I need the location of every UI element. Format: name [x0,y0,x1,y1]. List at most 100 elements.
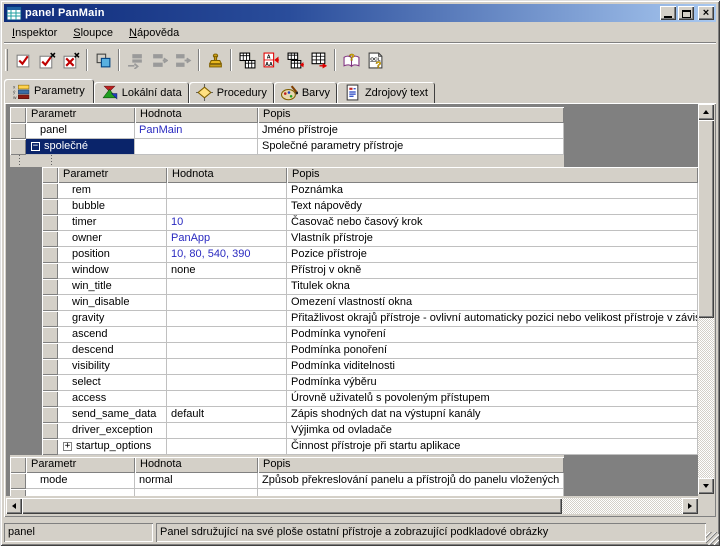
close-button[interactable]: × [698,6,714,20]
value-cell[interactable] [167,423,287,439]
table-row[interactable]: position 10, 80, 540, 390 Pozice přístro… [40,247,698,263]
column-header-popis[interactable]: Popis [287,167,698,183]
scroll-thumb[interactable] [22,498,562,514]
param-cell[interactable]: send_same_data [58,407,167,423]
menu-inspektor[interactable]: Inspektor [4,25,65,41]
tab-procedury[interactable]: Procedury [189,82,274,103]
row-selector[interactable] [42,279,58,295]
row-selector[interactable] [42,295,58,311]
param-cell[interactable]: window [58,263,167,279]
stamp-button[interactable] [203,48,227,72]
row-selector[interactable] [42,375,58,391]
table-import-button[interactable] [283,48,307,72]
scroll-right-button[interactable] [682,498,698,514]
param-cell[interactable]: ascend [58,327,167,343]
value-cell[interactable] [167,439,287,455]
cancel-close-button[interactable] [59,48,83,72]
value-cell[interactable] [167,359,287,375]
param-cell[interactable]: panel [26,123,135,139]
row-selector[interactable] [42,327,58,343]
param-cell[interactable]: + startup_options [58,439,167,455]
move-prev-button[interactable] [147,48,171,72]
tab-zdrojovy-text[interactable]: Zdrojový text [337,82,435,103]
column-header-parametr[interactable]: Parametr [26,107,135,123]
row-selector[interactable] [42,183,58,199]
table-alias-import-button[interactable]: A AA [259,48,283,72]
param-cell[interactable]: timer [58,215,167,231]
scroll-left-button[interactable] [6,498,22,514]
value-cell[interactable]: default [167,407,287,423]
value-cell[interactable] [167,343,287,359]
table-row[interactable]: driver_exception Výjimka od ovladače [40,423,698,439]
value-cell[interactable] [167,295,287,311]
scroll-up-button[interactable] [698,104,714,120]
row-selector[interactable] [42,359,58,375]
tab-barvy[interactable]: Barvy [274,82,337,103]
menu-napoveda[interactable]: Nápověda [121,25,187,41]
value-cell[interactable]: 10, 80, 540, 390 [167,247,287,263]
table-row[interactable]: owner PanApp Vlastník přístroje [40,231,698,247]
value-cell[interactable]: PanMain [135,123,258,139]
column-header-hodnota[interactable]: Hodnota [135,457,258,473]
row-selector[interactable] [42,231,58,247]
tab-parametry[interactable]: x ý w Parametry [4,79,94,103]
table-row-mode[interactable]: mode normal Způsob překreslování panelu … [10,473,564,489]
maximize-button[interactable] [678,6,694,20]
table-row[interactable]: timer 10 Časovač nebo časový krok [40,215,698,231]
table-row[interactable]: select Podmínka výběru [40,375,698,391]
param-cell[interactable]: visibility [58,359,167,375]
menu-sloupce[interactable]: Sloupce [65,25,121,41]
column-header-popis[interactable]: Popis [258,107,564,123]
minimize-button[interactable] [660,6,676,20]
table-row[interactable]: send_same_data default Zápis shodných da… [40,407,698,423]
row-selector[interactable] [42,263,58,279]
param-cell[interactable]: win_disable [58,295,167,311]
value-cell[interactable]: PanApp [167,231,287,247]
vertical-scrollbar[interactable] [698,104,714,494]
table-row[interactable]: win_title Titulek okna [40,279,698,295]
row-selector[interactable] [42,311,58,327]
table-row[interactable]: rem Poznámka [40,183,698,199]
move-next-button[interactable] [171,48,195,72]
row-selector[interactable] [42,215,58,231]
column-header-popis[interactable]: Popis [258,457,564,473]
table-row-clipped[interactable] [10,489,564,496]
value-cell[interactable]: none [167,263,287,279]
column-header-parametr[interactable]: Parametr [58,167,167,183]
scroll-down-button[interactable] [698,478,714,494]
param-cell[interactable]: descend [58,343,167,359]
scroll-thumb[interactable] [698,120,714,318]
column-header-hodnota[interactable]: Hodnota [135,107,258,123]
table-row[interactable]: window none Přístroj v okně [40,263,698,279]
value-cell[interactable]: 10 [167,215,287,231]
value-cell[interactable] [167,311,287,327]
table-row[interactable]: bubble Text nápovědy [40,199,698,215]
value-cell[interactable] [167,199,287,215]
table-row[interactable]: win_disable Omezení vlastností okna [40,295,698,311]
param-cell[interactable]: rem [58,183,167,199]
column-header-parametr[interactable]: Parametr [26,457,135,473]
collapse-expander-icon[interactable]: − [31,142,40,151]
param-cell[interactable]: position [58,247,167,263]
row-selector[interactable] [10,473,26,489]
value-cell[interactable] [167,279,287,295]
value-cell[interactable] [167,375,287,391]
value-cell[interactable] [167,391,287,407]
confirm-close-button[interactable] [35,48,59,72]
row-selector[interactable] [42,247,58,263]
row-selector[interactable] [10,489,26,496]
table-row[interactable]: access Úrovně uživatelů s povoleným přís… [40,391,698,407]
table-row[interactable]: descend Podmínka ponoření [40,343,698,359]
confirm-check-button[interactable] [11,48,35,72]
table-row[interactable]: + startup_options Činnost přístroje při … [40,439,698,455]
table-row-panel[interactable]: panel PanMain Jméno přístroje [10,123,564,139]
param-cell-selected[interactable]: − společné [26,139,135,155]
row-selector[interactable] [42,407,58,423]
table-export-button[interactable] [307,48,331,72]
param-cell[interactable]: win_title [58,279,167,295]
value-cell[interactable] [135,139,258,155]
row-selector[interactable] [10,139,26,155]
param-cell[interactable]: owner [58,231,167,247]
row-selector[interactable] [42,343,58,359]
row-selector[interactable] [42,199,58,215]
